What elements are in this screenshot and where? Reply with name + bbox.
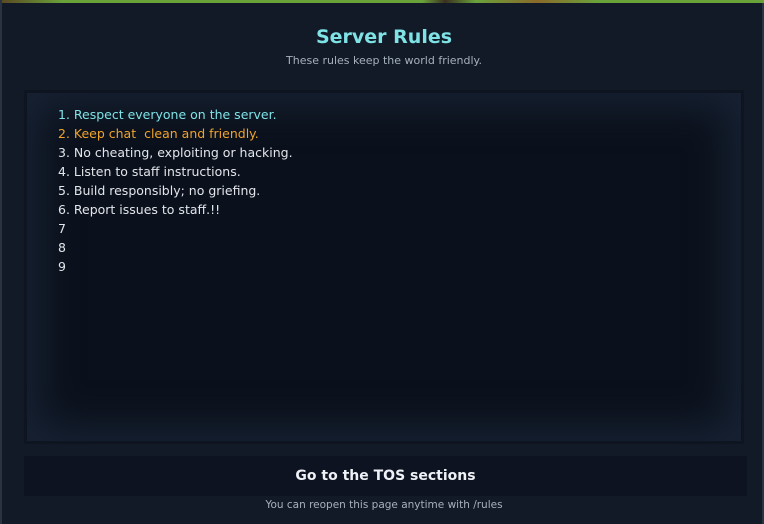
rule-item-2: 2. Keep chat clean and friendly. <box>58 126 259 141</box>
rule-item-6: 6. Report issues to staff.!! <box>58 202 221 217</box>
rule-item-5: 5. Build responsibly; no griefing. <box>58 183 261 198</box>
rules-window: Server Rules These rules keep the world … <box>0 0 764 524</box>
rule-item-4: 4. Listen to staff instructions. <box>58 164 241 179</box>
rules-panel[interactable]: 1. Respect everyone on the server. 2. Ke… <box>24 90 744 444</box>
world-background-strip <box>2 0 764 3</box>
page-subtitle: These rules keep the world friendly. <box>286 54 482 67</box>
rule-item-1: 1. Respect everyone on the server. <box>58 107 277 122</box>
rule-item-9: 9 <box>58 259 66 274</box>
rules-list: 1. Respect everyone on the server. 2. Ke… <box>58 105 293 276</box>
tos-sections-button[interactable]: Go to the TOS sections <box>24 456 747 496</box>
rule-item-8: 8 <box>58 240 66 255</box>
page-title: Server Rules <box>315 26 453 48</box>
rule-item-3: 3. No cheating, exploiting or hacking. <box>58 145 293 160</box>
footer-hint: You can reopen this page anytime with /r… <box>265 499 503 511</box>
header: Server Rules These rules keep the world … <box>2 24 764 69</box>
rule-item-7: 7 <box>58 221 66 236</box>
